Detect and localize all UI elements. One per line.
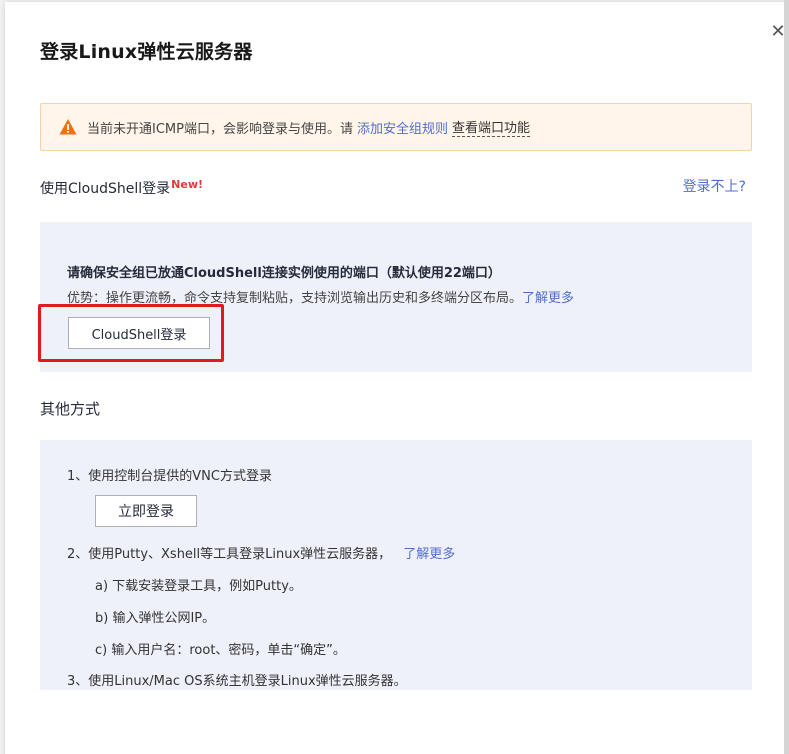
cloudshell-notice: 请确保安全组已放通CloudShell连接实例使用的端口（默认使用22端口）	[67, 266, 501, 281]
cloudshell-section-title: 使用CloudShell登录New!	[40, 178, 203, 198]
other-methods-title: 其他方式	[40, 400, 101, 418]
warning-text: 当前未开通ICMP端口，会影响登录与使用。请	[87, 121, 353, 137]
view-ports-link[interactable]: 查看端口功能	[451, 117, 530, 137]
scrollbar[interactable]	[784, 0, 789, 754]
warning-triangle-icon	[59, 118, 77, 136]
add-security-rule-link[interactable]: 添加安全组规则	[357, 118, 448, 137]
step2b-text: b) 输入弹性公网IP。	[95, 611, 216, 626]
step2a-text: a) 下载安装登录工具，例如Putty。	[95, 579, 302, 594]
warning-banner: 当前未开通ICMP端口，会影响登录与使用。请 添加安全组规则 查看端口功能	[40, 103, 752, 151]
step2-label: 2、使用Putty、Xshell等工具登录Linux弹性云服务器，	[67, 547, 392, 562]
highlight-annotation	[38, 304, 224, 362]
step3-text: 3、使用Linux/Mac OS系统主机登录Linux弹性云服务器。	[67, 674, 407, 689]
step2-learn-more-link[interactable]: 了解更多	[403, 547, 455, 562]
cloudshell-title-text: 使用CloudShell登录	[40, 181, 171, 197]
step1-text: 1、使用控制台提供的VNC方式登录	[67, 469, 272, 484]
login-now-button[interactable]: 立即登录	[95, 495, 197, 527]
new-badge: New!	[171, 178, 204, 191]
cant-login-link[interactable]: 登录不上?	[683, 176, 746, 196]
step2c-text: c) 输入用户名：root、密码，单击“确定”。	[95, 643, 346, 658]
modal-title: 登录Linux弹性云服务器	[40, 41, 253, 63]
step2-text: 2、使用Putty、Xshell等工具登录Linux弹性云服务器， 了解更多	[67, 543, 455, 562]
other-methods-panel: 1、使用控制台提供的VNC方式登录 立即登录 2、使用Putty、Xshell等…	[40, 440, 752, 690]
learn-more-link[interactable]: 了解更多	[522, 291, 574, 306]
login-modal: ✕ 登录Linux弹性云服务器 当前未开通ICMP端口，会影响登录与使用。请 添…	[5, 2, 789, 754]
